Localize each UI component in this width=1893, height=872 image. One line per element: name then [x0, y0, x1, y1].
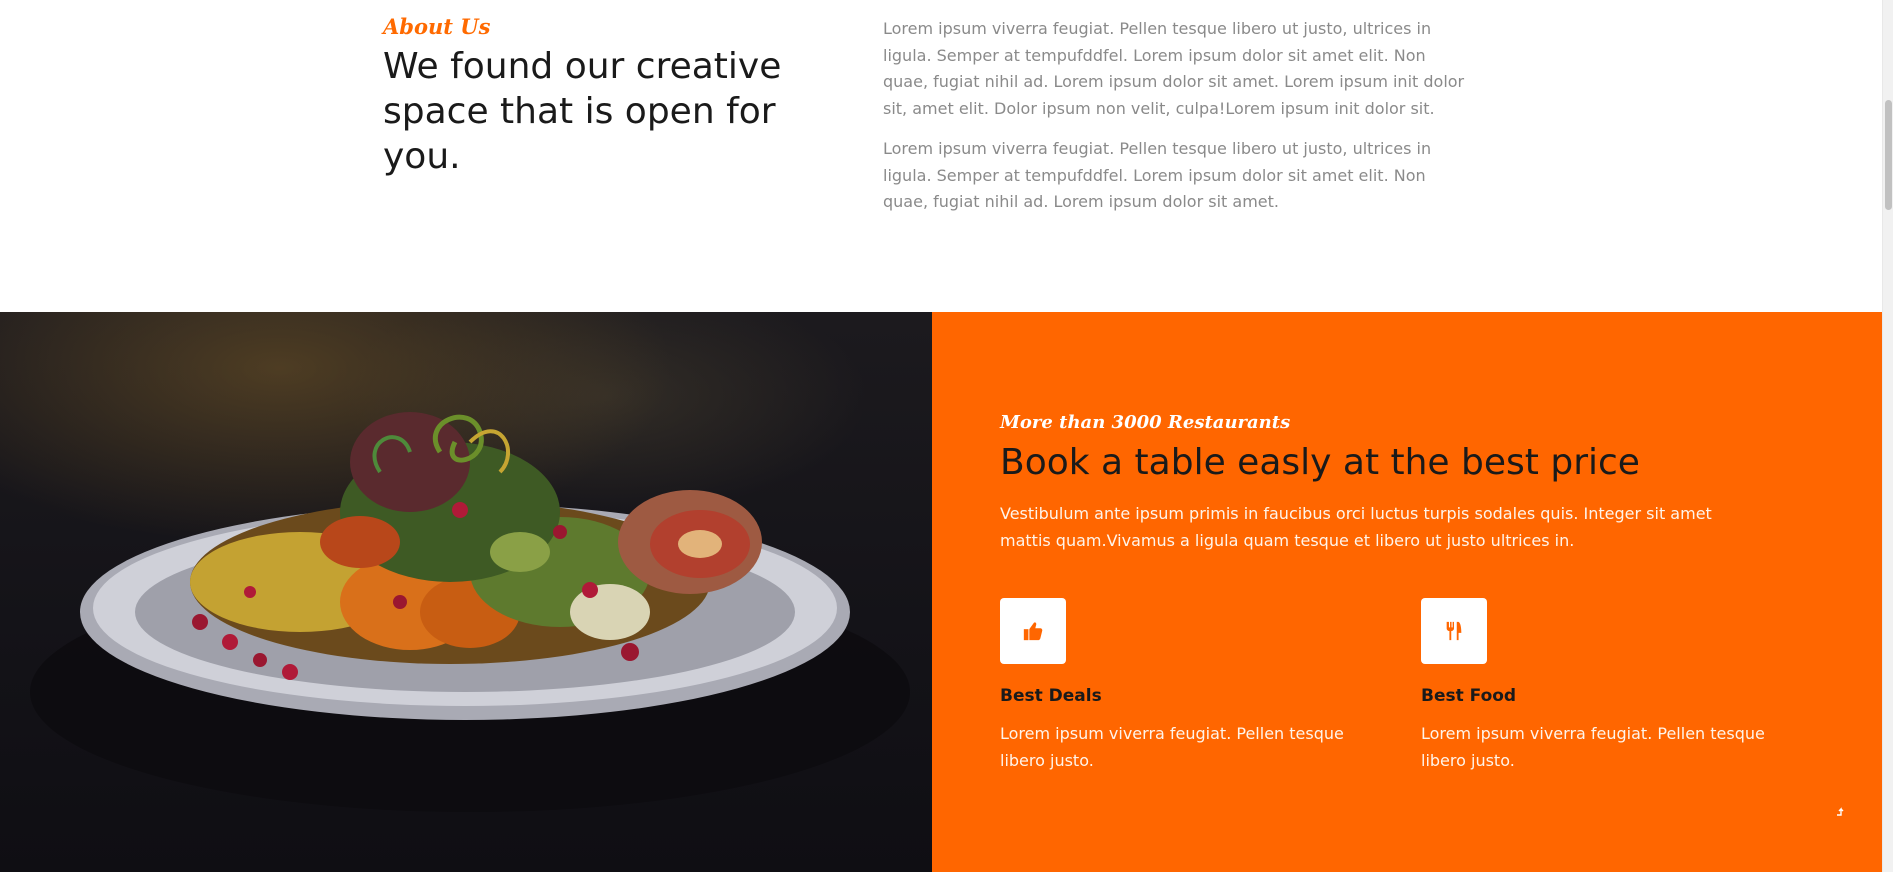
about-title: We found our creative space that is open…	[383, 46, 782, 177]
about-paragraph: Lorem ipsum viverra feugiat. Pellen tesq…	[883, 19, 1465, 118]
fork-knife-icon	[1421, 598, 1487, 664]
feature-best-deals: Best Deals Lorem ipsum viverra feugiat. …	[1000, 598, 1390, 774]
about-tag: About Us	[383, 14, 491, 39]
feature-text: Lorem ipsum viverra feugiat. Pellen tesq…	[1421, 724, 1765, 770]
about-paragraph: Lorem ipsum viverra feugiat. Pellen tesq…	[883, 139, 1432, 211]
about-section: About Us We found our creative space tha…	[0, 0, 1882, 312]
arrow-up-icon[interactable]	[1830, 800, 1852, 822]
booking-description: Vestibulum ante ipsum primis in faucibus…	[1000, 504, 1712, 550]
scrollbar-thumb[interactable]	[1885, 100, 1892, 210]
booking-section: More than 3000 Restaurants Book a table …	[932, 312, 1882, 872]
feature-title: Best Food	[1421, 686, 1517, 706]
vertical-scrollbar[interactable]	[1882, 0, 1893, 872]
feature-best-food: Best Food Lorem ipsum viverra feugiat. P…	[1421, 598, 1811, 774]
feature-title: Best Deals	[1000, 686, 1102, 706]
booking-tag: More than 3000 Restaurants	[1000, 412, 1291, 433]
about-text: Lorem ipsum viverra feugiat. Pellen tesq…	[883, 16, 1473, 230]
thumbs-up-icon	[1000, 598, 1066, 664]
page: About Us We found our creative space tha…	[0, 0, 1893, 872]
booking-title: Book a table easly at the best price	[1000, 442, 1640, 483]
salad-plate-image	[30, 412, 910, 812]
food-photo	[0, 312, 932, 872]
feature-text: Lorem ipsum viverra feugiat. Pellen tesq…	[1000, 724, 1344, 770]
